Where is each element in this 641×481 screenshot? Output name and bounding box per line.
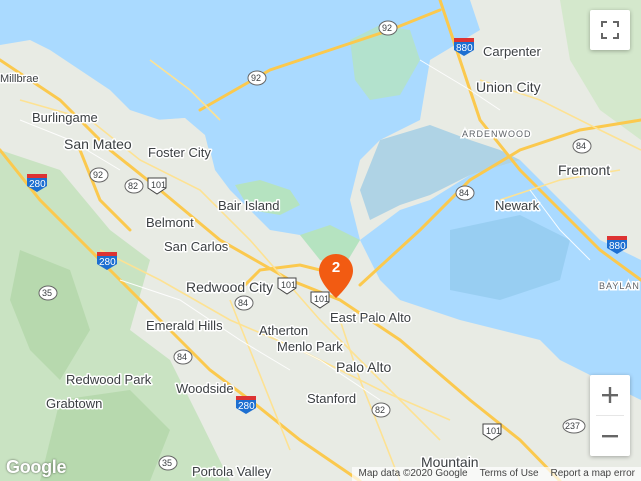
zoom-control [590,375,630,456]
svg-text:101: 101 [281,280,296,290]
svg-text:880: 880 [456,43,473,54]
place-label: San Carlos [164,239,229,254]
terms-link[interactable]: Terms of Use [474,467,545,481]
svg-text:84: 84 [576,141,586,151]
place-label: Emerald Hills [146,318,223,333]
place-label: Menlo Park [277,339,343,354]
minus-icon [602,435,618,438]
shield-i280: 280 [236,396,256,414]
shield-ca237: 237 [562,418,586,434]
zoom-in-button[interactable] [590,375,630,415]
map-data-text: Map data ©2020 Google [358,468,468,479]
place-label: Millbrae [0,73,39,85]
svg-text:35: 35 [42,288,52,298]
shield-ca84: 84 [455,185,475,201]
place-label: Fremont [558,162,610,178]
shield-ca84: 84 [234,295,254,311]
svg-text:82: 82 [375,405,385,415]
svg-text:280: 280 [238,401,255,412]
svg-text:35: 35 [162,458,172,468]
shield-i880: 880 [454,38,474,56]
zoom-out-button[interactable] [590,416,630,456]
svg-text:82: 82 [128,181,138,191]
google-logo[interactable]: Google [6,457,67,478]
shield-ca35: 35 [158,455,178,471]
place-label: Atherton [259,323,308,338]
district-label: ARDENWOOD [462,129,532,139]
svg-text:92: 92 [251,73,261,83]
svg-text:237: 237 [565,421,580,431]
svg-text:880: 880 [609,241,626,252]
fullscreen-button[interactable] [590,10,630,50]
place-label: Carpenter [483,44,541,59]
district-label: BAYLAN [599,281,640,291]
place-label: Redwood City [186,279,273,295]
shield-i280: 280 [97,252,117,270]
shield-ca84: 84 [173,349,193,365]
shield-ca84: 84 [572,138,592,154]
svg-text:280: 280 [29,179,46,190]
place-label: Foster City [148,145,211,160]
shield-ca92: 92 [89,167,109,183]
place-label: San Mateo [64,136,132,152]
shield-i880: 880 [607,236,627,254]
svg-text:101: 101 [151,180,166,190]
svg-text:101: 101 [486,426,501,436]
attribution-bar: Map data ©2020 Google Terms of Use Repor… [352,467,641,481]
place-label: Bair Island [218,198,279,213]
map-canvas[interactable]: 101 101 101 101 280 280 280 880 880 92 9… [0,0,641,481]
svg-text:84: 84 [177,352,187,362]
shield-i280: 280 [27,174,47,192]
svg-text:92: 92 [382,23,392,33]
place-label: Union City [476,79,541,95]
plus-icon [602,387,618,403]
svg-text:92: 92 [93,170,103,180]
report-error-link[interactable]: Report a map error [545,467,641,481]
cluster-count: 2 [331,259,341,276]
svg-text:84: 84 [238,298,248,308]
svg-text:280: 280 [99,257,116,268]
place-label: Stanford [307,391,356,406]
place-label: Burlingame [32,110,98,125]
shield-ca35: 35 [38,285,58,301]
place-label: East Palo Alto [330,310,411,325]
svg-text:84: 84 [459,188,469,198]
cluster-marker[interactable]: 2 [318,253,354,299]
shield-ca82: 82 [124,178,144,194]
place-label: Portola Valley [192,464,272,479]
shield-ca92: 92 [378,20,398,36]
place-label: Newark [495,198,540,213]
place-label: Grabtown [46,396,102,411]
shield-ca82: 82 [371,402,391,418]
place-label: Redwood Park [66,372,152,387]
place-label: Palo Alto [336,359,391,375]
shield-ca92: 92 [247,70,267,86]
place-label: Woodside [176,381,234,396]
fullscreen-icon [601,21,619,39]
place-label: Belmont [146,215,194,230]
